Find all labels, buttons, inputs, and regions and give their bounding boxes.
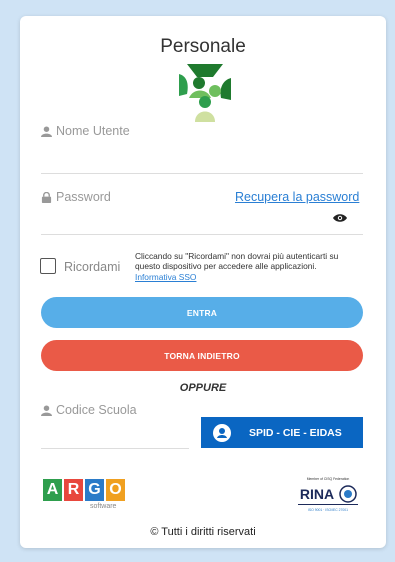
app-logo [179,64,231,122]
argo-letter: O [106,479,125,501]
argo-letter: A [43,479,62,501]
school-code-label: Codice Scuola [41,403,137,417]
school-code-label-text: Codice Scuola [56,403,137,417]
password-label: Password [41,190,111,204]
password-input[interactable] [41,234,363,235]
remember-note-text: Cliccando su "Ricordami" non dovrai più … [135,251,339,272]
sso-info-link[interactable]: Informativa SSO [135,272,196,282]
person-circle-icon [213,423,231,442]
cert-top-text: Member of CISQ Federation [307,477,350,481]
username-label-text: Nome Utente [56,124,130,138]
recover-password-link[interactable]: Recupera la password [235,190,359,204]
argo-letter: G [85,479,104,501]
show-password-icon[interactable] [333,213,347,223]
rina-certification-logo: Member of CISQ Federation RINA ISO 9001 … [295,474,361,514]
username-input[interactable] [41,173,363,174]
remember-label: Ricordami [64,260,121,274]
school-code-input[interactable] [41,448,189,449]
argo-logo: A R G O [43,479,125,501]
username-label: Nome Utente [41,124,130,138]
argo-subtitle: software [90,503,117,510]
or-separator: OPPURE [179,382,227,394]
spid-login-button[interactable]: SPID - CIE - EIDAS [201,417,363,448]
password-label-text: Password [56,190,111,204]
spid-button-label: SPID - CIE - EIDAS [249,426,342,439]
back-button[interactable]: TORNA INDIETRO [41,340,363,371]
remember-checkbox[interactable] [40,258,56,274]
user-icon [41,404,52,416]
page-title: Personale [160,36,246,57]
login-card: Personale Nome Utente Password Recupera … [20,16,386,548]
enter-button[interactable]: ENTRA [41,297,363,328]
cert-name-text: RINA [300,486,334,502]
cert-bottom-text: ISO 9001 · ISO/IEC 27001 [308,508,348,512]
argo-letter: R [64,479,83,501]
copyright-text: © Tutti i diritti riservati [150,526,256,538]
lock-icon [41,191,52,203]
remember-note: Cliccando su "Ricordami" non dovrai più … [135,251,365,282]
user-icon [41,125,52,137]
